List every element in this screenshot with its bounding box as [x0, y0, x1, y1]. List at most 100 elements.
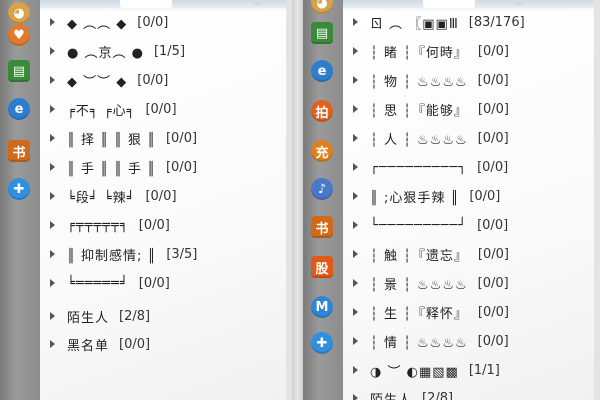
expand-arrow-icon[interactable]: [50, 105, 55, 113]
panel-divider: [292, 0, 303, 400]
group-row[interactable]: ┆ 生 ┆『释怀』 [0/0]: [343, 300, 594, 324]
expand-arrow-icon[interactable]: [50, 163, 55, 171]
left-contact-panel: ◕ ♥ ▤ e 书 ✚ ◆ ︵︵ ◆ [0/0] ● ︵京︵ ● [1/5] ◆ ︶…: [0, 0, 292, 400]
group-name: ╒╤╤╤╤╤╕: [67, 217, 129, 233]
group-row[interactable]: ║ 手 ║ ║ 手 ║ [0/0]: [40, 155, 286, 179]
book-icon[interactable]: 书: [311, 216, 333, 238]
group-count: [0/0]: [477, 130, 509, 146]
notes-icon[interactable]: ▤: [311, 22, 333, 44]
expand-arrow-icon[interactable]: [50, 221, 55, 229]
add-icon[interactable]: ✚: [8, 178, 30, 200]
expand-arrow-icon[interactable]: [50, 312, 55, 320]
right-sidebar-rail: ◕ ▤ e 拍 充 ♪ 书 股 M ✚: [303, 0, 343, 400]
group-name: ◑ ︶ ◐▦▧▩: [370, 364, 459, 380]
group-name: ║ 抑制感情; ║: [67, 248, 157, 264]
group-row-strangers[interactable]: 陌生人 [2/8]: [343, 386, 594, 400]
group-count: [0/0]: [165, 159, 198, 175]
group-row[interactable]: ┆ 思 ┆『能够』 [0/0]: [343, 97, 594, 121]
group-row[interactable]: ┆ 触 ┆『遗忘』 [0/0]: [343, 242, 594, 266]
group-row[interactable]: ┆ 景 ┆ ♨♨♨♨ [0/0]: [343, 271, 594, 295]
group-name: ┆ 人 ┆ ♨♨♨♨: [370, 132, 468, 148]
group-name: ╘═════╛: [67, 275, 129, 291]
left-contacts-tab[interactable]: [120, 0, 172, 8]
group-row[interactable]: ┆ 人 ┆ ♨♨♨♨ [0/0]: [343, 126, 594, 150]
expand-arrow-icon[interactable]: [50, 340, 55, 348]
right-tab-indicator[interactable]: [513, 0, 525, 6]
music-icon[interactable]: ♪: [311, 178, 333, 200]
expand-arrow-icon[interactable]: [353, 163, 358, 171]
book-icon[interactable]: 书: [8, 140, 30, 162]
group-row[interactable]: ┆ 物 ┆ ♨♨♨♨ [0/0]: [343, 68, 594, 92]
group-row[interactable]: ║ 择 ║ ║ 狠 ║ [0/0]: [40, 126, 286, 150]
stock-icon[interactable]: 股: [311, 256, 333, 278]
messenger-icon[interactable]: M: [311, 296, 333, 318]
group-name: ╘段╛ ╘辣╛: [67, 190, 136, 206]
expand-arrow-icon[interactable]: [50, 192, 55, 200]
expand-arrow-icon[interactable]: [50, 18, 55, 26]
group-name: ㄖ ︵ 〖▣▣Ⅲ: [370, 16, 459, 32]
chong-icon[interactable]: 充: [311, 140, 333, 162]
expand-arrow-icon[interactable]: [353, 18, 358, 26]
add-icon[interactable]: ✚: [311, 332, 333, 354]
group-row[interactable]: ● ︵京︵ ● [1/5]: [40, 39, 286, 63]
group-row-strangers[interactable]: 陌生人 [2/8]: [40, 304, 286, 328]
group-name: ║ 择 ║ ║ 狠 ║: [67, 132, 156, 148]
gift-icon[interactable]: ♥: [8, 24, 30, 46]
avatar-icon[interactable]: ◕: [8, 2, 30, 24]
group-row[interactable]: ┌─────────┐ [0/0]: [343, 155, 594, 179]
group-name: ┆ 触 ┆『遗忘』: [370, 248, 468, 264]
pai-icon[interactable]: 拍: [311, 100, 333, 122]
right-group-list: ㄖ ︵ 〖▣▣Ⅲ [83/176] ┆ 睹 ┆『何時』 [0/0] ┆ 物 ┆ ♨♨…: [343, 10, 594, 400]
expand-arrow-icon[interactable]: [353, 279, 358, 287]
group-row[interactable]: └─────────┘ [0/0]: [343, 213, 594, 237]
group-row[interactable]: ㄖ ︵ 〖▣▣Ⅲ [83/176]: [343, 10, 594, 34]
expand-arrow-icon[interactable]: [353, 308, 358, 316]
group-count: [0/0]: [137, 72, 169, 88]
group-row[interactable]: ◑ ︶ ◐▦▧▩ [1/1]: [343, 358, 594, 382]
expand-arrow-icon[interactable]: [50, 134, 55, 142]
expand-arrow-icon[interactable]: [353, 221, 358, 229]
group-name: 陌生人: [67, 310, 110, 326]
group-row[interactable]: ╒不╕ ╒心╕ [0/0]: [40, 97, 286, 121]
group-row[interactable]: ◆ ︵︵ ◆ [0/0]: [40, 10, 286, 34]
group-row[interactable]: ┆ 情 ┆ ♨♨♨♨ [0/0]: [343, 329, 594, 353]
right-scrollbar[interactable]: [594, 0, 600, 400]
group-count: [0/0]: [138, 217, 170, 233]
right-contacts-tab[interactable]: [423, 0, 475, 8]
left-tab-indicator[interactable]: [252, 0, 264, 6]
avatar-icon[interactable]: ◕: [311, 0, 333, 14]
right-tab-strip: [343, 0, 600, 8]
expand-arrow-icon[interactable]: [353, 105, 358, 113]
group-row[interactable]: ╘段╛ ╘辣╛ [0/0]: [40, 184, 286, 208]
group-row[interactable]: ◆ ︶︶ ◆ [0/0]: [40, 68, 286, 92]
group-name: ┆ 思 ┆『能够』: [370, 103, 468, 119]
group-row[interactable]: ╘═════╛ [0/0]: [40, 271, 286, 295]
group-count: [0/0]: [477, 275, 509, 291]
group-count: [3/5]: [166, 246, 198, 262]
expand-arrow-icon[interactable]: [353, 394, 358, 400]
ie-icon[interactable]: e: [8, 98, 30, 120]
expand-arrow-icon[interactable]: [353, 192, 358, 200]
expand-arrow-icon[interactable]: [50, 76, 55, 84]
group-count: [0/0]: [165, 130, 198, 146]
expand-arrow-icon[interactable]: [353, 134, 358, 142]
group-row[interactable]: ║ 抑制感情; ║ [3/5]: [40, 242, 286, 266]
right-contact-panel: ◕ ▤ e 拍 充 ♪ 书 股 M ✚ ㄖ ︵ 〖▣▣Ⅲ [83/176] ┆ 睹…: [303, 0, 600, 400]
group-row[interactable]: ║ ;心狠手辣 ║ [0/0]: [343, 184, 594, 208]
expand-arrow-icon[interactable]: [50, 47, 55, 55]
notes-icon[interactable]: ▤: [8, 60, 30, 82]
expand-arrow-icon[interactable]: [353, 76, 358, 84]
group-name: ╒不╕ ╒心╕: [67, 103, 136, 119]
group-row-blacklist[interactable]: 黑名单 [0/0]: [40, 332, 286, 356]
expand-arrow-icon[interactable]: [353, 337, 358, 345]
expand-arrow-icon[interactable]: [353, 47, 358, 55]
group-count: [2/8]: [119, 308, 151, 324]
group-row[interactable]: ╒╤╤╤╤╤╕ [0/0]: [40, 213, 286, 237]
group-row[interactable]: ┆ 睹 ┆『何時』 [0/0]: [343, 39, 594, 63]
expand-arrow-icon[interactable]: [353, 250, 358, 258]
ie-icon[interactable]: e: [311, 60, 333, 82]
group-count: [0/0]: [469, 188, 501, 204]
expand-arrow-icon[interactable]: [353, 366, 358, 374]
expand-arrow-icon[interactable]: [50, 250, 55, 258]
expand-arrow-icon[interactable]: [50, 279, 55, 287]
